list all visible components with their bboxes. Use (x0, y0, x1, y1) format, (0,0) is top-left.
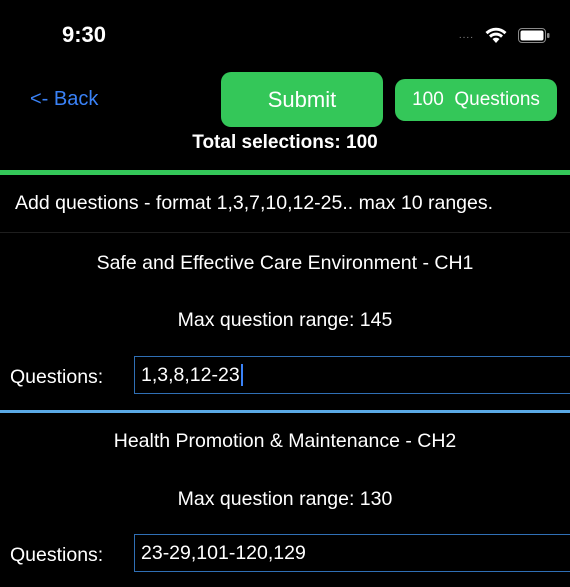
battery-icon (518, 27, 550, 43)
screen: 9:30 .... <- Back Submit 100 Questions T… (0, 0, 570, 587)
max-range-ch2: Max question range: 130 (177, 488, 393, 510)
questions-input-value-ch2: 23-29,101-120,129 (141, 541, 306, 564)
max-range-ch1: Max question range: 145 (177, 309, 393, 331)
header-divider (0, 170, 570, 175)
questions-label-ch2: Questions: (10, 544, 104, 566)
section-title-ch2: Health Promotion & Maintenance - CH2 (113, 430, 457, 452)
signal-icon: .... (458, 29, 474, 41)
text-cursor (240, 364, 243, 386)
questions-input-ch1[interactable]: 1,3,8,12-23 (134, 356, 570, 394)
submit-button[interactable]: Submit (221, 72, 383, 127)
status-icons: .... (459, 26, 550, 44)
total-selections: Total selections: 100 (192, 132, 378, 153)
divider (0, 232, 570, 233)
questions-label-ch1: Questions: (10, 366, 104, 388)
back-button[interactable]: <- Back (30, 88, 98, 111)
questions-input-value-ch1: 1,3,8,12-23 (141, 363, 240, 386)
wifi-icon (485, 27, 507, 43)
section-divider (0, 410, 570, 413)
questions-count-button[interactable]: 100 Questions (395, 79, 557, 121)
instructions-text: Add questions - format 1,3,7,10,12-25.. … (15, 192, 494, 214)
questions-input-ch2[interactable]: 23-29,101-120,129 (134, 534, 570, 572)
status-time: 9:30 (62, 22, 107, 47)
section-title-ch1: Safe and Effective Care Environment - CH… (96, 252, 474, 274)
